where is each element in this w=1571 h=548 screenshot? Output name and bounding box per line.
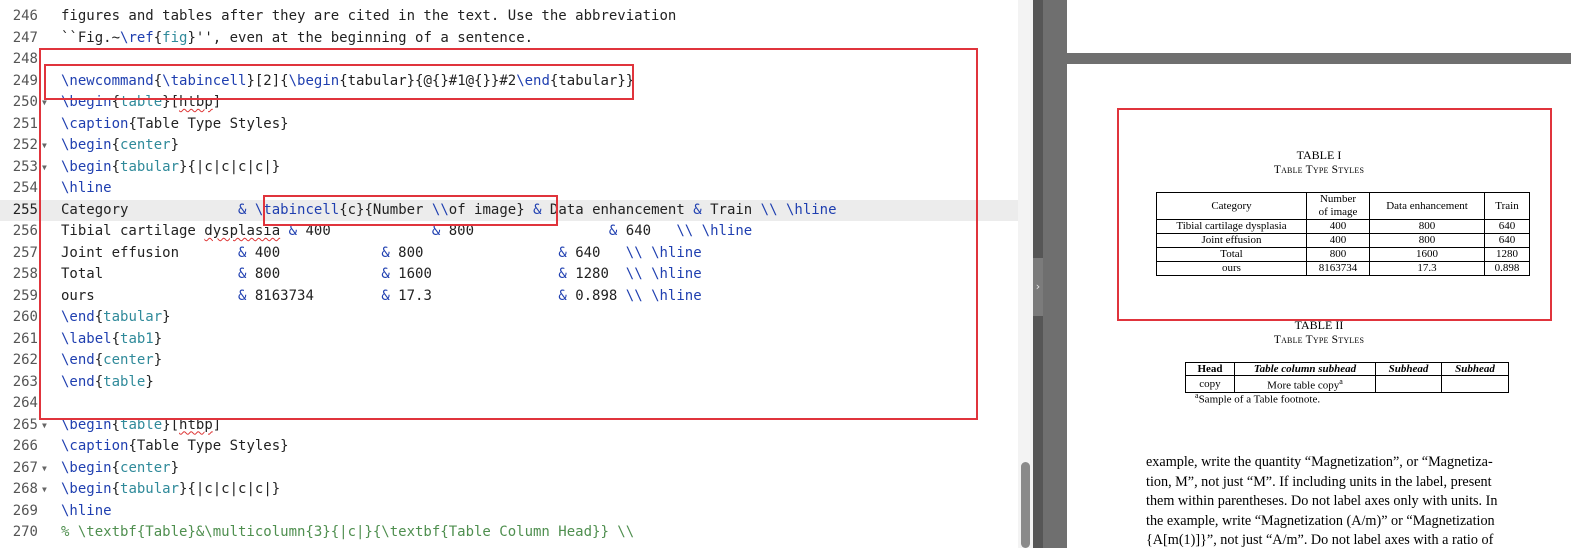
table-footnote: aSample of a Table footnote.: [1195, 391, 1321, 406]
paragraph-line: them within parentheses. Do not label ax…: [1146, 493, 1498, 510]
pdf-page: TABLE I Table Type Styles Category Numbe…: [1067, 64, 1571, 548]
line-number: 270: [12, 524, 38, 540]
code-token: }: [170, 459, 180, 476]
code-line[interactable]: 270 % \textbf{Table}&\multicolumn{3}{|c|}…: [0, 522, 1018, 544]
table2-header-row: Head Table column subhead Subhead Subhea…: [1185, 362, 1509, 376]
code-token: figures and tables after they are cited …: [61, 8, 677, 24]
code-text: figures and tables after they are cited …: [61, 6, 676, 28]
paragraph-line: example, write the quantity “Magnetizati…: [1146, 454, 1493, 470]
line-number: 260: [12, 309, 38, 325]
line-number: 255: [12, 201, 38, 218]
table-row: copy More table copya: [1185, 375, 1509, 393]
table2-title: TABLE II: [1294, 318, 1344, 332]
pane-splitter[interactable]: ›: [1033, 0, 1043, 548]
line-number: 250: [12, 94, 38, 110]
code-token: center: [120, 459, 171, 476]
line-number: 253: [12, 158, 38, 175]
table-cell: copy: [1185, 375, 1235, 393]
paragraph-line: {A[m(1)]}”, not just “A/m”. Do not label…: [1146, 532, 1494, 548]
code-token: \hline: [61, 502, 112, 519]
code-text: ``Fig.~\ref{fig}'', even at the beginnin…: [61, 28, 533, 50]
line-number: 259: [12, 287, 38, 304]
line-number: 264: [12, 395, 38, 411]
table2-header-cell: Table column subhead: [1234, 362, 1376, 376]
code-text: \begin{center}: [61, 458, 179, 480]
fold-arrow-icon[interactable]: ▼: [42, 464, 47, 473]
paragraph: example, write the quantity “Magnetizati…: [1146, 453, 1555, 548]
table-cell: [1375, 375, 1442, 393]
code-token: {Table Type Styles}: [128, 438, 289, 454]
line-number: 246: [12, 8, 38, 24]
line-number: 252: [12, 137, 38, 153]
pdf-preview[interactable]: TABLE I Table Type Styles Category Numbe…: [1043, 0, 1571, 548]
line-number: 268: [12, 481, 38, 497]
code-token: % \textbf{Table}&\multicolumn{3}{|c|}{\t…: [61, 524, 635, 540]
line-number: 251: [12, 115, 38, 132]
code-token: }'', even at the beginning of a sentence…: [187, 29, 534, 46]
line-number: 263: [12, 373, 38, 390]
code-text: \hline: [61, 501, 112, 523]
paragraph-line: the example, write “Magnetization (A/m)”…: [1146, 512, 1495, 529]
code-token: {: [111, 481, 121, 497]
code-token: \begin: [61, 459, 112, 476]
code-line[interactable]: 268 ▼ \begin{tabular}{|c|c|c|c|}: [0, 479, 1018, 501]
code-editor[interactable]: 246 figures and tables after they are cit…: [0, 0, 1033, 548]
fold-arrow-icon[interactable]: ▼: [42, 421, 47, 430]
code-line[interactable]: 267 ▼ \begin{center}: [0, 458, 1018, 480]
code-token: tabular: [120, 481, 180, 497]
code-token: \caption: [61, 438, 129, 454]
line-number: 249: [12, 72, 38, 89]
table2-subtitle: Table Type Styles: [1273, 334, 1365, 346]
line-number: 248: [12, 51, 38, 67]
code-line[interactable]: 246 figures and tables after they are cit…: [0, 6, 1018, 28]
code-token: \begin: [61, 481, 112, 497]
line-number: 256: [12, 223, 38, 239]
scrollbar-thumb[interactable]: [1021, 462, 1030, 548]
pdf-page-previous: [1067, 0, 1571, 53]
code-token: ``Fig.~: [61, 29, 121, 46]
code-text: \begin{tabular}{|c|c|c|c|}: [61, 479, 280, 501]
line-number: 265: [12, 416, 38, 433]
line-number: 258: [12, 266, 38, 282]
code-line[interactable]: 269 \hline: [0, 501, 1018, 523]
line-number: 269: [12, 502, 38, 519]
code-token: \ref: [120, 29, 154, 46]
line-number: 257: [12, 244, 38, 261]
fold-arrow-icon[interactable]: ▼: [42, 486, 47, 494]
editor-scrollbar[interactable]: [1018, 0, 1033, 548]
highlight-box-tabincell: [263, 195, 558, 226]
line-number: 254: [12, 180, 38, 196]
code-token: }{|c|c|c|c|}: [179, 481, 281, 497]
line-number: 261: [12, 330, 38, 347]
table-cell: [1441, 375, 1509, 393]
highlight-box-code-block: [39, 48, 978, 420]
code-token: {: [111, 459, 121, 476]
code-text: % \textbf{Table}&\multicolumn{3}{|c|}{\t…: [61, 522, 634, 544]
code-token: fig: [162, 29, 188, 46]
line-number: 266: [12, 438, 38, 454]
line-number: 267: [12, 459, 38, 476]
code-text: \caption{Table Type Styles}: [61, 436, 289, 458]
highlight-box-table1: [1117, 108, 1552, 321]
line-number: 247: [12, 29, 38, 46]
table-cell: More table copya: [1234, 375, 1376, 393]
chevron-right-icon[interactable]: ›: [1033, 258, 1043, 316]
paragraph-line: tion, M”, not just “M”. If including uni…: [1146, 473, 1492, 490]
line-number: 262: [12, 352, 38, 368]
code-line[interactable]: 266 \caption{Table Type Styles}: [0, 436, 1018, 458]
table2-header-cell: Subhead: [1441, 362, 1509, 376]
code-line[interactable]: 247 ``Fig.~\ref{fig}'', even at the begin…: [0, 28, 1018, 50]
highlight-box-newcommand: [44, 64, 634, 100]
code-token: {: [153, 29, 163, 46]
table2-header-cell: Subhead: [1375, 362, 1442, 376]
table2: Head Table column subhead Subhead Subhea…: [1185, 362, 1509, 393]
table2-header-cell: Head: [1185, 362, 1235, 376]
